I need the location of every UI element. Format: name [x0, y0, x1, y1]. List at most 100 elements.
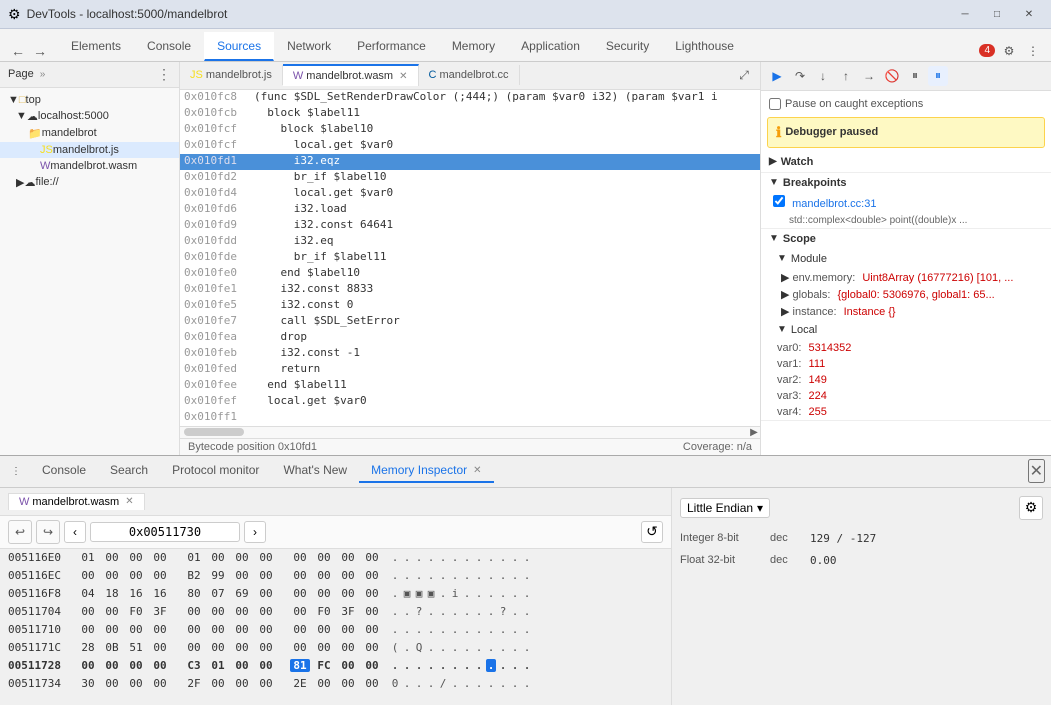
watch-header[interactable]: ▶ Watch — [761, 152, 1051, 172]
more-button[interactable]: ⋮ — [1023, 41, 1043, 61]
tree-more-button[interactable]: ⋮ — [157, 66, 171, 83]
tab-lighthouse[interactable]: Lighthouse — [662, 32, 747, 61]
mem-byte-8-3: 00 — [150, 677, 170, 690]
lower-tab-search[interactable]: Search — [98, 459, 160, 483]
mem-byte-5-11: 00 — [362, 623, 382, 636]
mem-undo-button[interactable]: ↩ — [8, 520, 32, 544]
tab-memory[interactable]: Memory — [439, 32, 508, 61]
scope-header[interactable]: ▼ Scope — [761, 229, 1051, 249]
endian-dropdown[interactable]: Little Endian ▾ — [680, 498, 770, 518]
mem-redo-button[interactable]: ↪ — [36, 520, 60, 544]
code-line-17: 0x010feb i32.const -1 — [180, 346, 760, 362]
wasm-tab-close[interactable]: ✕ — [125, 496, 133, 507]
scroll-right-button[interactable]: ▶ — [748, 426, 760, 438]
source-tab-toolbar: ⤢ — [728, 65, 760, 85]
step-button[interactable]: → — [859, 66, 879, 86]
local-header[interactable]: ▼ Local — [761, 320, 1051, 340]
source-expand-button[interactable]: ⤢ — [734, 65, 754, 85]
mem-ascii-7: .... .... .... — [382, 659, 532, 672]
close-button[interactable]: ✕ — [1015, 3, 1043, 25]
step-over-button[interactable]: ↷ — [790, 66, 810, 86]
source-tab-mandelbrot-wasm[interactable]: W mandelbrot.wasm ✕ — [283, 64, 419, 86]
minimize-button[interactable]: ─ — [951, 3, 979, 25]
mem-byte-7-8[interactable]: 81 — [290, 659, 310, 672]
mem-refresh-button[interactable]: ↺ — [641, 521, 663, 543]
mem-address-input[interactable] — [90, 522, 240, 542]
error-badge: 4 — [979, 44, 995, 57]
mem-hex-content[interactable]: 005116E0 01000000 01000000 00000000 ....… — [0, 549, 671, 705]
mem-byte-5-3: 00 — [150, 623, 170, 636]
lower-panel-close[interactable]: ✕ — [1028, 459, 1045, 483]
mem-byte-7-7: 00 — [256, 659, 276, 672]
mem-byte-3-10: 00 — [338, 587, 358, 600]
breakpoint-item-1[interactable]: mandelbrot.cc:31 — [761, 193, 1051, 212]
decode-settings-button[interactable]: ⚙ — [1019, 496, 1043, 520]
mem-byte-3-3: 16 — [150, 587, 170, 600]
source-content[interactable]: 0x010fc8 (func $SDL_SetRenderDrawColor (… — [180, 90, 760, 426]
tree-item-top[interactable]: ▼ □ top — [0, 92, 179, 108]
debugger-toolbar: ▶ ↷ ↓ ↑ → 🚫 ⏸ ⏸ — [761, 62, 1051, 91]
mem-char-6-5: . — [450, 641, 460, 654]
mem-row-3: 005116F8 04181616 80076900 00000000 .▣▣▣… — [0, 585, 671, 603]
code-addr-2: 0x010fcb — [180, 106, 250, 122]
code-text-3: block $label10 — [250, 122, 377, 138]
mem-byte-1-10: 00 — [338, 551, 358, 564]
mem-bytes-2: 00000000 B2990000 00000000 — [78, 569, 382, 582]
horizontal-scrollbar[interactable]: ▶ — [180, 426, 760, 438]
tree-item-localhost[interactable]: ▼ ☁ localhost:5000 — [0, 108, 179, 125]
source-tab-mandelbrot-js[interactable]: JS mandelbrot.js — [180, 65, 283, 85]
mem-byte-7-6: 00 — [232, 659, 252, 672]
step-out-button[interactable]: ↑ — [836, 66, 856, 86]
bp-checkbox-1[interactable] — [773, 195, 785, 207]
mem-char-5-4: . — [438, 623, 448, 636]
tab-console[interactable]: Console — [134, 32, 204, 61]
pause-exceptions-button[interactable]: ⏸ — [905, 66, 925, 86]
scroll-thumb[interactable] — [184, 428, 244, 436]
pause-exceptions-checkbox[interactable] — [769, 98, 781, 110]
scope-var4: var4: 255 — [761, 404, 1051, 420]
wasm-file-tab[interactable]: W mandelbrot.wasm ✕ — [8, 493, 145, 510]
mem-char-6-4: . — [438, 641, 448, 654]
mem-char-7-1: . — [402, 659, 412, 672]
back-button[interactable]: ← — [8, 41, 28, 61]
source-tab-wasm-close[interactable]: ✕ — [399, 71, 407, 82]
memory-inspector-close[interactable]: ✕ — [473, 465, 481, 476]
lower-panel-toggle[interactable]: ⋮ — [6, 461, 26, 481]
globals-arrow: ▶ — [781, 289, 793, 301]
mem-bytes-8: 30000000 2F000000 2E000000 — [78, 677, 382, 690]
tab-security[interactable]: Security — [593, 32, 662, 61]
mem-byte-8-8: 2E — [290, 677, 310, 690]
lower-tab-memory-inspector[interactable]: Memory Inspector ✕ — [359, 459, 493, 483]
lower-tab-protocol-monitor[interactable]: Protocol monitor — [160, 459, 271, 483]
mem-next-button[interactable]: › — [244, 521, 266, 543]
tab-sources[interactable]: Sources — [204, 32, 274, 61]
tab-performance[interactable]: Performance — [344, 32, 439, 61]
folder-arrow-icon: ▼ — [8, 94, 19, 106]
code-line-16: 0x010fea drop — [180, 330, 760, 346]
mem-prev-button[interactable]: ‹ — [64, 521, 86, 543]
lower-tab-whats-new[interactable]: What's New — [271, 459, 359, 483]
tree-item-mandelbrot-folder[interactable]: 📁 mandelbrot — [0, 125, 179, 142]
mem-byte-6-4: 00 — [184, 641, 204, 654]
resume-button[interactable]: ▶ — [767, 66, 787, 86]
pause-button[interactable]: ⏸ — [928, 66, 948, 86]
tab-elements[interactable]: Elements — [58, 32, 134, 61]
tab-application[interactable]: Application — [508, 32, 593, 61]
source-tab-mandelbrot-cc[interactable]: C mandelbrot.cc — [419, 65, 520, 85]
tree-item-file[interactable]: ▶ ☁ file:// — [0, 174, 179, 191]
step-into-button[interactable]: ↓ — [813, 66, 833, 86]
code-addr-6: 0x010fd2 — [180, 170, 250, 186]
tree-label-mandelbrot-wasm: mandelbrot.wasm — [50, 160, 137, 172]
tree-item-mandelbrot-js[interactable]: JS mandelbrot.js — [0, 142, 179, 158]
tree-item-mandelbrot-wasm[interactable]: W mandelbrot.wasm — [0, 158, 179, 174]
breakpoints-header[interactable]: ▼ Breakpoints — [761, 173, 1051, 193]
maximize-button[interactable]: □ — [983, 3, 1011, 25]
lower-tab-console[interactable]: Console — [30, 459, 98, 483]
mem-char-8-11: . — [522, 677, 532, 690]
module-header[interactable]: ▼ Module — [761, 249, 1051, 269]
code-addr-11: 0x010fde — [180, 250, 250, 266]
forward-button[interactable]: → — [30, 41, 50, 61]
tab-network[interactable]: Network — [274, 32, 344, 61]
settings-button[interactable]: ⚙ — [999, 41, 1019, 61]
deactivate-button[interactable]: 🚫 — [882, 66, 902, 86]
